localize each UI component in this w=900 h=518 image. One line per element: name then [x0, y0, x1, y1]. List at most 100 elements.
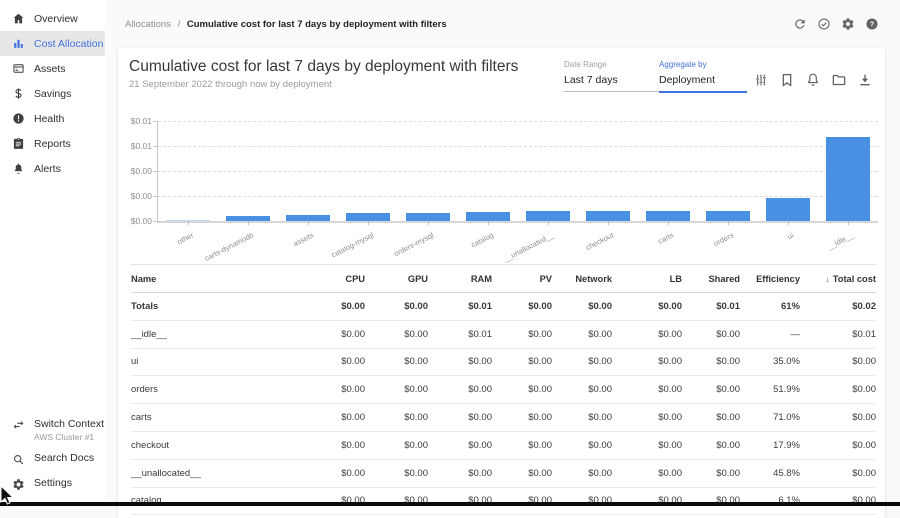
gear-icon[interactable]: [841, 17, 855, 31]
cluster-context-label: AWS Cluster #1: [34, 432, 104, 442]
table-row--idle-[interactable]: __idle__$0.00$0.00$0.01$0.00$0.00$0.00$0…: [131, 320, 876, 348]
column-header-lb[interactable]: LB: [612, 265, 682, 293]
sidebar-item-label: Search Docs: [34, 452, 94, 464]
help-icon[interactable]: ?: [865, 17, 879, 31]
row-value-cell: $0.00: [682, 487, 740, 515]
row-value-cell: $0.00: [682, 320, 740, 348]
bar-orders[interactable]: [706, 211, 750, 221]
table-row--unallocated-[interactable]: __unallocated__$0.00$0.00$0.00$0.00$0.00…: [131, 459, 876, 487]
sidebar-item-search-docs[interactable]: Search Docs: [0, 452, 105, 466]
bar-catalog-mysql[interactable]: [346, 213, 390, 221]
bar-idle[interactable]: [826, 137, 870, 221]
sidebar-item-settings[interactable]: Settings: [0, 477, 105, 491]
sidebar-item-assets[interactable]: Assets: [0, 56, 105, 81]
date-range-value[interactable]: Last 7 days: [564, 74, 661, 86]
refresh-icon[interactable]: [793, 17, 807, 31]
sidebar-item-label: Cost Allocation: [34, 38, 103, 50]
sidebar-item-label: Overview: [34, 13, 78, 25]
row-value-cell: $0.00: [492, 293, 552, 321]
y-axis-tick: [153, 196, 157, 197]
home-icon: [12, 12, 25, 25]
download-icon[interactable]: [857, 72, 873, 88]
date-range-field[interactable]: Date Range Last 7 days: [564, 60, 661, 92]
sidebar-item-label: Reports: [34, 138, 71, 150]
bar-catalog[interactable]: [466, 212, 510, 221]
row-value-cell: 71.0%: [740, 404, 800, 432]
sidebar-item-label: Savings: [34, 88, 71, 100]
svg-text:?: ?: [870, 21, 874, 28]
column-header-pv[interactable]: PV: [492, 265, 552, 293]
x-axis-tick: [668, 221, 669, 225]
sidebar-item-text: Search Docs: [34, 452, 94, 464]
row-value-cell: $0.02: [800, 293, 876, 321]
bar-unallocated[interactable]: [526, 211, 570, 221]
column-header-gpu[interactable]: GPU: [365, 265, 428, 293]
y-axis-tick-label: $0.00: [118, 166, 152, 176]
tune-filters-icon[interactable]: [753, 72, 769, 88]
table-row-carts[interactable]: carts$0.00$0.00$0.00$0.00$0.00$0.00$0.00…: [131, 404, 876, 432]
sidebar-item-health[interactable]: Health: [0, 106, 105, 131]
table-row-orders[interactable]: orders$0.00$0.00$0.00$0.00$0.00$0.00$0.0…: [131, 376, 876, 404]
column-header-network[interactable]: Network: [552, 265, 612, 293]
table-row-catalog[interactable]: catalog$0.00$0.00$0.00$0.00$0.00$0.00$0.…: [131, 487, 876, 515]
sidebar-item-label: Settings: [34, 477, 72, 489]
sidebar-item-cost-allocation[interactable]: Cost Allocation: [0, 31, 105, 56]
table-row-checkout[interactable]: checkout$0.00$0.00$0.00$0.00$0.00$0.00$0…: [131, 431, 876, 459]
breadcrumb-page: Cumulative cost for last 7 days by deplo…: [187, 19, 447, 30]
chart-gridline: [158, 171, 878, 172]
row-value-cell: $0.00: [428, 431, 492, 459]
column-header-label: Network: [575, 274, 612, 284]
bar-chart-icon: [12, 37, 25, 50]
row-value-cell: $0.00: [302, 459, 365, 487]
bar-orders-mysql[interactable]: [406, 213, 450, 221]
table-row-ui[interactable]: ui$0.00$0.00$0.00$0.00$0.00$0.00$0.0035.…: [131, 348, 876, 376]
y-axis-tick-label: $0.00: [118, 191, 152, 201]
sidebar-nav: Overview Cost Allocation Assets Savings Heal…: [0, 6, 105, 181]
table-row-totals[interactable]: Totals$0.00$0.00$0.01$0.00$0.00$0.00$0.0…: [131, 293, 876, 321]
sidebar-item-label: Alerts: [34, 163, 61, 175]
sidebar: Overview Cost Allocation Assets Savings Heal…: [0, 0, 105, 502]
x-axis-tick: [548, 221, 549, 225]
aggregate-by-label: Aggregate by: [659, 60, 747, 69]
column-header-name[interactable]: Name: [131, 265, 302, 293]
check-circle-icon[interactable]: [817, 17, 831, 31]
row-value-cell: $0.00: [612, 404, 682, 432]
row-value-cell: $0.00: [612, 348, 682, 376]
row-value-cell: $0.01: [428, 320, 492, 348]
bar-ui[interactable]: [766, 198, 810, 221]
column-header-ram[interactable]: RAM: [428, 265, 492, 293]
bar-carts[interactable]: [646, 211, 690, 221]
x-axis-tick: [728, 221, 729, 225]
allocation-report-card: Cumulative cost for last 7 days by deplo…: [118, 48, 885, 518]
y-axis-tick: [153, 171, 157, 172]
column-header-cpu[interactable]: CPU: [302, 265, 365, 293]
column-header-shared[interactable]: Shared: [682, 265, 740, 293]
row-value-cell: $0.00: [492, 348, 552, 376]
row-value-cell: $0.00: [428, 348, 492, 376]
row-value-cell: $0.00: [800, 404, 876, 432]
row-value-cell: $0.01: [428, 293, 492, 321]
sidebar-item-savings[interactable]: Savings: [0, 81, 105, 106]
y-axis-tick: [153, 121, 157, 122]
breadcrumb-section[interactable]: Allocations: [125, 19, 171, 30]
sidebar-item-alerts[interactable]: Alerts: [0, 156, 105, 181]
column-header-total-cost[interactable]: ↓Total cost: [800, 265, 876, 293]
sidebar-item-overview[interactable]: Overview: [0, 6, 105, 31]
x-axis-tick: [848, 221, 849, 225]
chart-gridline: [158, 121, 878, 122]
folder-icon[interactable]: [831, 72, 847, 88]
y-axis-tick-label: $0.01: [118, 141, 152, 151]
sidebar-item-label: Assets: [34, 63, 66, 75]
aggregate-by-value[interactable]: Deployment: [659, 74, 747, 86]
bar-checkout[interactable]: [586, 211, 630, 221]
sidebar-item-reports[interactable]: Reports: [0, 131, 105, 156]
sidebar-item-switch-context[interactable]: Switch ContextAWS Cluster #1: [0, 418, 105, 442]
row-value-cell: 51.9%: [740, 376, 800, 404]
aggregate-by-field[interactable]: Aggregate by Deployment: [659, 60, 747, 93]
row-value-cell: $0.00: [365, 320, 428, 348]
bell-icon[interactable]: [805, 72, 821, 88]
row-value-cell: $0.00: [492, 404, 552, 432]
column-header-efficiency[interactable]: Efficiency: [740, 265, 800, 293]
x-axis-tick: [368, 221, 369, 225]
bookmark-icon[interactable]: [779, 72, 795, 88]
